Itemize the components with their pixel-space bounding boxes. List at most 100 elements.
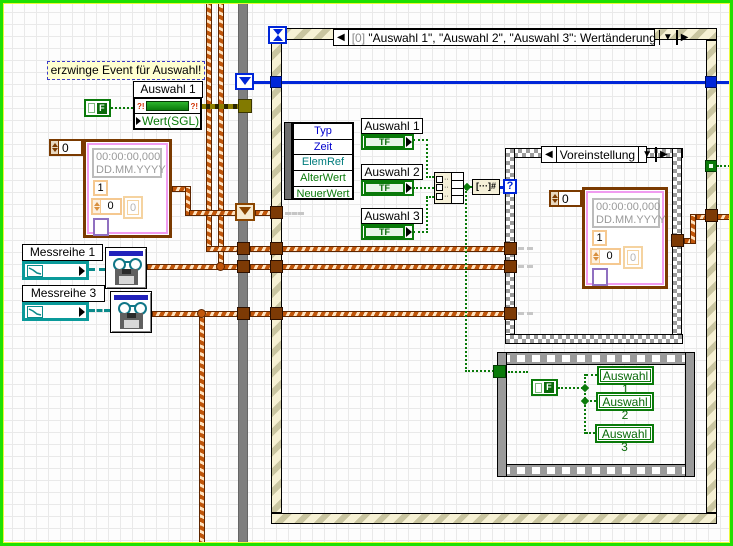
local-var-auswahl1[interactable]: Auswahl 1	[597, 366, 654, 396]
wire-junction-seq-2[interactable]	[580, 396, 590, 406]
wire-boolarray-to-seq[interactable]	[465, 370, 494, 372]
wire-sr-to-event[interactable]	[255, 210, 271, 216]
event-structure-border-right[interactable]	[706, 40, 717, 513]
cluster-constant-outside[interactable]: 00:00:00,000 DD.MM.YYYY 1 0 0	[83, 139, 172, 238]
sequence-border-top[interactable]	[497, 352, 695, 365]
build-array-node[interactable]: ·· ·· ··	[434, 172, 464, 204]
event-prev-arrow[interactable]: ◀	[334, 30, 349, 45]
auswahl1-terminal[interactable]: TF	[361, 134, 414, 150]
wire-case-out-right[interactable]	[717, 214, 733, 220]
wire-seq-local1[interactable]	[586, 374, 597, 376]
event-dropdown-icon[interactable]: ▼	[658, 30, 677, 45]
event-data-node-tab[interactable]	[284, 122, 292, 200]
event-next-arrow[interactable]: ▶	[676, 30, 692, 45]
array-index-outside[interactable]: 0	[49, 139, 83, 156]
case-prev-arrow[interactable]: ◀	[542, 147, 557, 162]
wire-bool1-v[interactable]	[426, 139, 428, 178]
wire-messreihe3[interactable]	[152, 311, 238, 317]
spinner-icon[interactable]	[592, 250, 600, 263]
event-structure-header[interactable]: ◀ [0] "Auswahl 1", "Auswahl 2", "Auswahl…	[333, 29, 688, 46]
tunnel-event-row2[interactable]	[270, 260, 283, 273]
wire-false1[interactable]	[111, 107, 133, 109]
case-next-arrow[interactable]: ▶	[656, 147, 671, 162]
event-data-item[interactable]: Zeit	[294, 140, 352, 156]
auswahl3-label[interactable]: Auswahl 3	[361, 208, 423, 224]
auswahl2-label[interactable]: Auswahl 2	[361, 164, 423, 180]
cluster-constant-case[interactable]: 00:00:00,000 DD.MM.YYYY 1 0 0	[582, 187, 668, 289]
wire-bool3-h2[interactable]	[426, 196, 434, 198]
tunnel-event-orange-right[interactable]	[705, 209, 718, 222]
case-dropdown-icon[interactable]: ▼	[638, 147, 656, 162]
numeric-constant-3[interactable]: 0	[123, 196, 143, 219]
wire-seq-local3[interactable]	[586, 432, 595, 434]
free-label[interactable]: erzwinge Event für Auswahl!	[47, 61, 205, 80]
property-item[interactable]: Wert(SGL)	[135, 114, 200, 128]
tunnel-event-blue-right[interactable]	[705, 76, 717, 88]
numeric-constant-3[interactable]: 0	[623, 246, 643, 269]
sequence-border-right[interactable]	[685, 352, 695, 477]
tunnel-event-green-right[interactable]	[705, 160, 717, 172]
shift-register-orange[interactable]	[235, 203, 255, 221]
wire-row2-gap[interactable]	[250, 264, 271, 270]
wire-cluster-vertical-2[interactable]	[218, 0, 224, 267]
wire-junction-1[interactable]	[216, 262, 225, 271]
tunnel-loop-row1[interactable]	[237, 242, 250, 255]
wire-error[interactable]	[201, 104, 239, 109]
messreihe1-label[interactable]: Messreihe 1	[22, 244, 103, 261]
tunnel-case-row2[interactable]	[504, 260, 517, 273]
tunnel-case-row3[interactable]	[504, 307, 517, 320]
local-var-auswahl2[interactable]: Auswahl 2	[596, 392, 654, 422]
property-node-label[interactable]: Auswahl 1	[133, 81, 203, 98]
event-structure-border-bottom[interactable]	[271, 513, 717, 524]
wire-row1-inside-event[interactable]	[282, 246, 505, 252]
numeric-constant-1[interactable]: 1	[592, 230, 607, 246]
event-data-item[interactable]: AlterWert	[294, 171, 352, 187]
wire-row3-inside-event[interactable]	[282, 311, 505, 317]
index-spinner-icon[interactable]	[551, 192, 559, 205]
index-spinner-icon[interactable]	[51, 141, 59, 154]
event-data-item[interactable]: NeuerWert	[294, 187, 352, 202]
save-vi-3[interactable]	[110, 291, 152, 333]
auswahl3-terminal[interactable]: TF	[361, 224, 414, 240]
tunnel-loop-row2[interactable]	[237, 260, 250, 273]
wire-junction-2[interactable]	[197, 309, 206, 318]
wire-row1-gap[interactable]	[250, 246, 271, 252]
tunnel-sequence-in[interactable]	[493, 365, 506, 378]
wire-blue-inside[interactable]	[282, 81, 706, 84]
wire-blue-out[interactable]	[717, 81, 733, 84]
auswahl2-terminal[interactable]: TF	[361, 180, 414, 196]
sequence-border-bottom[interactable]	[497, 464, 695, 477]
tunnel-error[interactable]	[238, 99, 252, 113]
case-structure-header[interactable]: ◀ Voreinstellung ▼ ▶	[541, 146, 668, 163]
wire-waveform-1[interactable]	[89, 268, 105, 271]
messreihe1-terminal[interactable]	[22, 261, 89, 280]
tunnel-loop-row3[interactable]	[237, 307, 250, 320]
empty-string-constant[interactable]	[93, 218, 109, 236]
wire-blue-left[interactable]	[253, 81, 271, 84]
tunnel-event-cluster[interactable]	[270, 206, 283, 219]
tunnel-event-row3[interactable]	[270, 307, 283, 320]
wire-row2-inside-event[interactable]	[282, 264, 505, 270]
wire-row3-gap[interactable]	[250, 311, 271, 317]
wire-bool2-h[interactable]	[413, 187, 434, 189]
empty-string-constant[interactable]	[592, 268, 608, 286]
shift-register-blue[interactable]	[235, 73, 254, 90]
save-vi-1[interactable]	[105, 247, 147, 289]
numeric-constant-2[interactable]: 0	[590, 248, 621, 265]
tunnel-event-blue-left[interactable]	[270, 76, 282, 88]
wire-branch-down[interactable]	[199, 316, 205, 546]
event-data-item[interactable]: ElemRef	[294, 155, 352, 172]
wire-bool1-h2[interactable]	[426, 176, 434, 178]
wire-bool3-v[interactable]	[426, 197, 428, 233]
spinner-icon[interactable]	[93, 200, 101, 213]
tunnel-case-row1[interactable]	[504, 242, 517, 255]
wire-cluster-const-h2[interactable]	[189, 210, 237, 216]
messreihe3-terminal[interactable]	[22, 302, 89, 321]
tunnel-case-out[interactable]	[671, 234, 684, 247]
case-structure-border-bottom[interactable]	[505, 334, 683, 344]
numeric-constant-1[interactable]: 1	[93, 180, 108, 196]
event-data-node[interactable]: Typ Zeit ElemRef AlterWert NeuerWert	[292, 122, 354, 200]
false-constant-1[interactable]: F	[84, 99, 111, 117]
wire-boolarray-v[interactable]	[465, 188, 467, 372]
messreihe3-label[interactable]: Messreihe 3	[22, 285, 105, 302]
